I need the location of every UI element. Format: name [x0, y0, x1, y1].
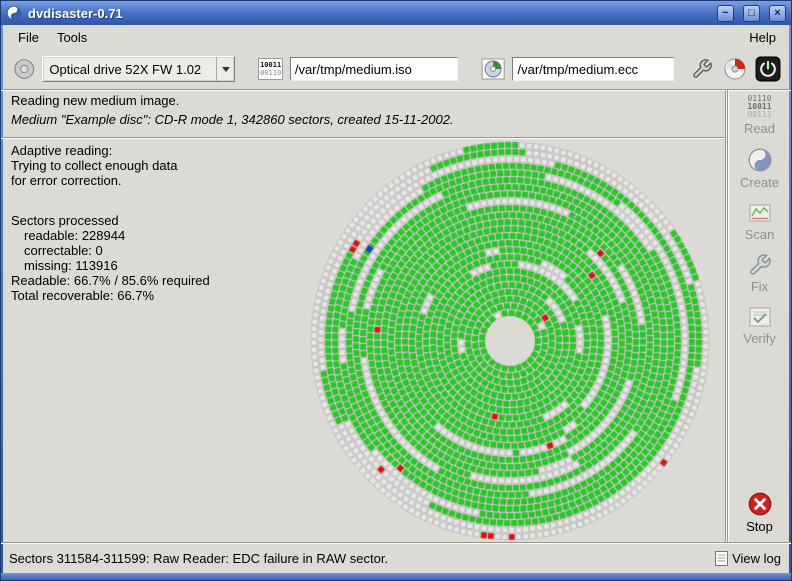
info-line-2: for error correction.	[11, 173, 210, 188]
close-button[interactable]: ×	[769, 5, 786, 22]
drive-select-value: Optical drive 52X FW 1.02	[43, 62, 216, 77]
menu-tools[interactable]: Tools	[48, 27, 96, 48]
read-label: Read	[744, 121, 775, 136]
app-icon	[6, 5, 22, 21]
status-message-area: Reading new medium image. Medium "Exampl…	[11, 93, 711, 127]
power-icon	[755, 56, 781, 82]
drive-select-arrow[interactable]	[216, 57, 234, 81]
status-line-1: Reading new medium image.	[11, 93, 711, 108]
toolbar: Optical drive 52X FW 1.02 10011 00110	[3, 49, 791, 89]
scan-label: Scan	[745, 227, 775, 242]
about-button[interactable]	[722, 55, 748, 83]
read-button[interactable]: 01110 10011 00111 Read	[731, 93, 789, 138]
toolbar-separator	[1, 89, 792, 91]
verify-button[interactable]: Verify	[731, 303, 789, 348]
menubar: File Tools Help	[3, 25, 791, 49]
status-line-2: Medium "Example disc": CD-R mode 1, 3428…	[11, 112, 711, 127]
drive-disc-icon	[13, 57, 35, 81]
info-line-1: Trying to collect enough data	[11, 158, 210, 173]
iso-file-icon: 10011 00110	[258, 58, 282, 80]
menu-file[interactable]: File	[9, 27, 48, 48]
quit-button[interactable]	[755, 55, 781, 83]
fix-button[interactable]: Fix	[731, 251, 789, 296]
binary-row: 00111	[747, 111, 771, 119]
reading-info-panel: Adaptive reading: Trying to collect enou…	[11, 143, 210, 303]
disc-red-icon	[723, 57, 747, 81]
fix-label: Fix	[751, 279, 768, 294]
wrench-icon	[748, 253, 772, 277]
stop-label: Stop	[746, 519, 773, 534]
drive-select[interactable]: Optical drive 52X FW 1.02	[42, 56, 235, 82]
iso-path-input[interactable]	[290, 57, 458, 81]
yinyang-icon	[747, 147, 773, 173]
create-label: Create	[740, 175, 779, 190]
stop-button[interactable]: Stop	[731, 489, 789, 536]
window-frame-bottom	[1, 573, 791, 581]
preferences-button[interactable]	[688, 55, 714, 83]
create-button[interactable]: Create	[731, 145, 789, 192]
menu-help[interactable]: Help	[740, 27, 785, 48]
statusbar-message: Sectors 311584-311599: Raw Reader: EDC f…	[9, 551, 705, 566]
info-gap	[11, 188, 210, 213]
wrench-icon	[691, 58, 713, 80]
info-heading: Adaptive reading:	[11, 143, 210, 158]
titlebar: dvdisaster-0.71 − □ ×	[1, 1, 791, 25]
ecc-file-icon	[481, 57, 505, 81]
iso-icon-text-2: 00110	[260, 69, 281, 77]
action-sidebar: 01110 10011 00111 Read Create Scan	[727, 90, 791, 542]
binary-read-icon: 01110 10011 00111	[747, 95, 771, 119]
verify-check-icon	[747, 305, 773, 329]
window-title: dvdisaster-0.71	[28, 6, 708, 21]
statusbar: Sectors 311584-311599: Raw Reader: EDC f…	[1, 542, 792, 573]
stop-icon	[747, 491, 773, 517]
maximize-button[interactable]: □	[743, 5, 760, 22]
sectors-readable: readable: 228944	[11, 228, 210, 243]
chevron-down-icon	[222, 67, 230, 76]
scan-chart-icon	[747, 201, 773, 225]
iso-icon-text-1: 10011	[260, 61, 281, 69]
verify-label: Verify	[743, 331, 776, 346]
sectors-missing: missing: 113916	[11, 258, 210, 273]
sectors-correctable: correctable: 0	[11, 243, 210, 258]
view-log-label: View log	[732, 551, 781, 566]
log-page-icon	[715, 551, 728, 566]
window-frame-left	[1, 25, 3, 573]
recoverable-percent: Total recoverable: 66.7%	[11, 288, 210, 303]
readable-percent: Readable: 66.7% / 85.6% required	[11, 273, 210, 288]
view-log-button[interactable]: View log	[711, 549, 785, 568]
ecc-path-input[interactable]	[512, 57, 674, 81]
sector-spiral	[294, 139, 726, 543]
app-window: dvdisaster-0.71 − □ × File Tools Help Op…	[0, 0, 792, 581]
minimize-button[interactable]: −	[717, 5, 734, 22]
sectors-heading: Sectors processed	[11, 213, 210, 228]
scan-button[interactable]: Scan	[731, 199, 789, 244]
